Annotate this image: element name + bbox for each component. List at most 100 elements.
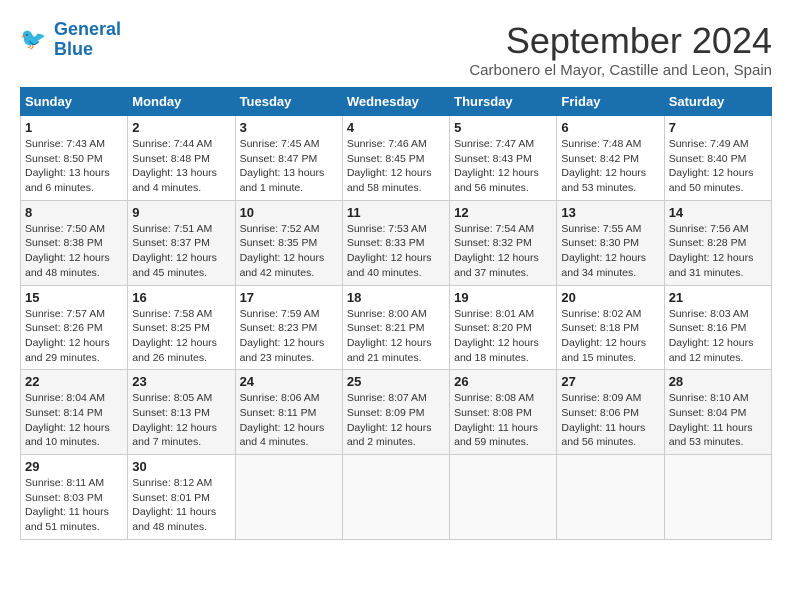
day-number: 12 [454, 205, 552, 220]
day-info: Sunrise: 8:09 AM Sunset: 8:06 PM Dayligh… [561, 391, 659, 450]
calendar-cell: 17 Sunrise: 7:59 AM Sunset: 8:23 PM Dayli… [235, 285, 342, 370]
logo-icon: 🐦 [20, 25, 50, 55]
day-number: 8 [25, 205, 123, 220]
day-number: 14 [669, 205, 767, 220]
day-info: Sunrise: 7:52 AM Sunset: 8:35 PM Dayligh… [240, 222, 338, 281]
calendar-cell: 19Sunrise: 8:01 AM Sunset: 8:20 PM Dayli… [450, 285, 557, 370]
day-number: 5 [454, 120, 552, 135]
page-header: 🐦 General Blue September 2024 Carbonero … [20, 20, 772, 79]
calendar-cell: 23 Sunrise: 8:05 AM Sunset: 8:13 PM Dayli… [128, 370, 235, 455]
day-number: 23 [132, 374, 230, 389]
day-number: 13 [561, 205, 659, 220]
day-info: Sunrise: 7:49 AM Sunset: 8:40 PM Dayligh… [669, 137, 767, 196]
day-info: Sunrise: 7:57 AM Sunset: 8:26 PM Dayligh… [25, 307, 123, 366]
day-number: 6 [561, 120, 659, 135]
day-info: Sunrise: 7:45 AM Sunset: 8:47 PM Dayligh… [240, 137, 338, 196]
weekday-header: Sunday [21, 88, 128, 116]
day-info: Sunrise: 8:12 AM Sunset: 8:01 PM Dayligh… [132, 476, 230, 535]
calendar-cell: 8Sunrise: 7:50 AM Sunset: 8:38 PM Daylig… [21, 200, 128, 285]
calendar-cell: 30 Sunrise: 8:12 AM Sunset: 8:01 PM Dayli… [128, 455, 235, 540]
day-number: 30 [132, 459, 230, 474]
calendar-week-row: 22 Sunrise: 8:04 AM Sunset: 8:14 PM Dayli… [21, 370, 772, 455]
day-info: Sunrise: 7:51 AM Sunset: 8:37 PM Dayligh… [132, 222, 230, 281]
day-number: 18 [347, 290, 445, 305]
day-info: Sunrise: 7:56 AM Sunset: 8:28 PM Dayligh… [669, 222, 767, 281]
calendar-cell: 11Sunrise: 7:53 AM Sunset: 8:33 PM Dayli… [342, 200, 449, 285]
calendar-cell: 1 Sunrise: 7:43 AM Sunset: 8:50 PM Daylig… [21, 116, 128, 201]
calendar-cell: 12 Sunrise: 7:54 AM Sunset: 8:32 PM Dayli… [450, 200, 557, 285]
calendar-cell: 3 Sunrise: 7:45 AM Sunset: 8:47 PM Daylig… [235, 116, 342, 201]
calendar-cell: 21 Sunrise: 8:03 AM Sunset: 8:16 PM Dayli… [664, 285, 771, 370]
calendar-cell: 25 Sunrise: 8:07 AM Sunset: 8:09 PM Dayli… [342, 370, 449, 455]
day-info: Sunrise: 7:53 AM Sunset: 8:33 PM Dayligh… [347, 222, 445, 281]
calendar-cell: 4Sunrise: 7:46 AM Sunset: 8:45 PM Daylig… [342, 116, 449, 201]
day-info: Sunrise: 8:03 AM Sunset: 8:16 PM Dayligh… [669, 307, 767, 366]
logo: 🐦 General Blue [20, 20, 121, 60]
day-number: 28 [669, 374, 767, 389]
day-info: Sunrise: 7:59 AM Sunset: 8:23 PM Dayligh… [240, 307, 338, 366]
calendar-cell: 9Sunrise: 7:51 AM Sunset: 8:37 PM Daylig… [128, 200, 235, 285]
calendar-cell: 26 Sunrise: 8:08 AM Sunset: 8:08 PM Dayli… [450, 370, 557, 455]
day-number: 22 [25, 374, 123, 389]
calendar-cell: 22 Sunrise: 8:04 AM Sunset: 8:14 PM Dayli… [21, 370, 128, 455]
day-info: Sunrise: 7:54 AM Sunset: 8:32 PM Dayligh… [454, 222, 552, 281]
weekday-header: Wednesday [342, 88, 449, 116]
calendar-week-row: 1 Sunrise: 7:43 AM Sunset: 8:50 PM Daylig… [21, 116, 772, 201]
calendar-cell: 28 Sunrise: 8:10 AM Sunset: 8:04 PM Dayli… [664, 370, 771, 455]
weekday-header: Friday [557, 88, 664, 116]
day-info: Sunrise: 8:02 AM Sunset: 8:18 PM Dayligh… [561, 307, 659, 366]
weekday-header: Tuesday [235, 88, 342, 116]
calendar-week-row: 8Sunrise: 7:50 AM Sunset: 8:38 PM Daylig… [21, 200, 772, 285]
calendar-cell: 29Sunrise: 8:11 AM Sunset: 8:03 PM Dayli… [21, 455, 128, 540]
calendar-cell: 15 Sunrise: 7:57 AM Sunset: 8:26 PM Dayli… [21, 285, 128, 370]
day-number: 1 [25, 120, 123, 135]
logo-text: General Blue [54, 20, 121, 60]
day-info: Sunrise: 8:04 AM Sunset: 8:14 PM Dayligh… [25, 391, 123, 450]
day-info: Sunrise: 8:01 AM Sunset: 8:20 PM Dayligh… [454, 307, 552, 366]
day-info: Sunrise: 7:58 AM Sunset: 8:25 PM Dayligh… [132, 307, 230, 366]
day-info: Sunrise: 7:44 AM Sunset: 8:48 PM Dayligh… [132, 137, 230, 196]
calendar-header-row: SundayMondayTuesdayWednesdayThursdayFrid… [21, 88, 772, 116]
calendar-cell: 2 Sunrise: 7:44 AM Sunset: 8:48 PM Daylig… [128, 116, 235, 201]
calendar-cell: 5 Sunrise: 7:47 AM Sunset: 8:43 PM Daylig… [450, 116, 557, 201]
day-number: 16 [132, 290, 230, 305]
day-number: 4 [347, 120, 445, 135]
day-number: 24 [240, 374, 338, 389]
calendar-cell: 10 Sunrise: 7:52 AM Sunset: 8:35 PM Dayli… [235, 200, 342, 285]
day-info: Sunrise: 7:55 AM Sunset: 8:30 PM Dayligh… [561, 222, 659, 281]
day-number: 10 [240, 205, 338, 220]
day-number: 21 [669, 290, 767, 305]
weekday-header: Thursday [450, 88, 557, 116]
day-number: 2 [132, 120, 230, 135]
day-info: Sunrise: 7:43 AM Sunset: 8:50 PM Dayligh… [25, 137, 123, 196]
day-number: 20 [561, 290, 659, 305]
day-number: 25 [347, 374, 445, 389]
calendar-cell: 6 Sunrise: 7:48 AM Sunset: 8:42 PM Daylig… [557, 116, 664, 201]
calendar-cell [235, 455, 342, 540]
day-number: 15 [25, 290, 123, 305]
day-info: Sunrise: 8:05 AM Sunset: 8:13 PM Dayligh… [132, 391, 230, 450]
day-info: Sunrise: 8:11 AM Sunset: 8:03 PM Dayligh… [25, 476, 123, 535]
day-number: 17 [240, 290, 338, 305]
day-number: 3 [240, 120, 338, 135]
calendar-cell: 13 Sunrise: 7:55 AM Sunset: 8:30 PM Dayli… [557, 200, 664, 285]
calendar-cell [664, 455, 771, 540]
day-info: Sunrise: 8:08 AM Sunset: 8:08 PM Dayligh… [454, 391, 552, 450]
calendar-cell: 24 Sunrise: 8:06 AM Sunset: 8:11 PM Dayli… [235, 370, 342, 455]
month-title: September 2024 [469, 20, 772, 62]
day-info: Sunrise: 8:10 AM Sunset: 8:04 PM Dayligh… [669, 391, 767, 450]
title-block: September 2024 Carbonero el Mayor, Casti… [469, 20, 772, 79]
day-info: Sunrise: 7:48 AM Sunset: 8:42 PM Dayligh… [561, 137, 659, 196]
day-info: Sunrise: 7:47 AM Sunset: 8:43 PM Dayligh… [454, 137, 552, 196]
calendar-cell: 14 Sunrise: 7:56 AM Sunset: 8:28 PM Dayli… [664, 200, 771, 285]
calendar-cell: 16 Sunrise: 7:58 AM Sunset: 8:25 PM Dayli… [128, 285, 235, 370]
calendar-cell [342, 455, 449, 540]
day-number: 26 [454, 374, 552, 389]
day-number: 27 [561, 374, 659, 389]
day-number: 7 [669, 120, 767, 135]
calendar-week-row: 29Sunrise: 8:11 AM Sunset: 8:03 PM Dayli… [21, 455, 772, 540]
day-info: Sunrise: 8:07 AM Sunset: 8:09 PM Dayligh… [347, 391, 445, 450]
calendar-cell: 27 Sunrise: 8:09 AM Sunset: 8:06 PM Dayli… [557, 370, 664, 455]
svg-text:🐦: 🐦 [20, 28, 46, 51]
day-info: Sunrise: 8:06 AM Sunset: 8:11 PM Dayligh… [240, 391, 338, 450]
